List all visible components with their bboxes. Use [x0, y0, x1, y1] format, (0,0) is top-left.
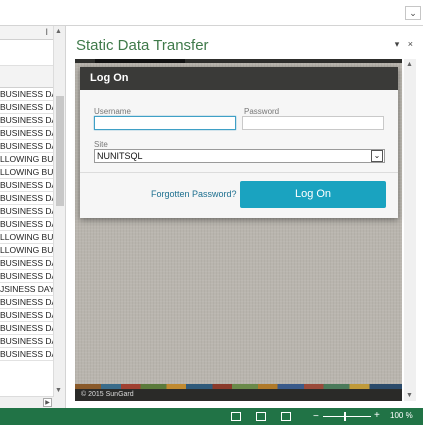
scroll-down-icon[interactable]: ▼: [406, 392, 413, 399]
sheet-cell[interactable]: LLOWING BUSIN: [0, 244, 54, 257]
pane-vertical-scrollbar[interactable]: ▲ ▼: [404, 59, 416, 401]
scroll-up-icon[interactable]: ▲: [406, 61, 413, 68]
dialog-header: Log On: [80, 67, 398, 90]
pane-title: Static Data Transfer: [76, 37, 209, 54]
logon-button[interactable]: Log On: [240, 181, 386, 208]
site-select[interactable]: NUNITSQL ⌄: [94, 149, 385, 163]
pane-options-icon[interactable]: ▾: [395, 39, 400, 49]
sheet-cell[interactable]: BUSINESS DAY: [0, 270, 54, 283]
scroll-down-icon[interactable]: ▼: [55, 387, 62, 394]
sheet-cell[interactable]: BUSINESS DAY: [0, 114, 54, 127]
addin-content: Log On Username Password Site NUNITSQL ⌄…: [75, 59, 416, 401]
sheet-cell[interactable]: BUSINESS DAY: [0, 218, 54, 231]
username-label: Username: [94, 107, 131, 116]
copyright-footer: © 2015 SunGard: [75, 389, 402, 401]
sheet-cell[interactable]: BUSINESS DAY: [0, 322, 54, 335]
scroll-thumb[interactable]: [56, 96, 64, 206]
status-bar: − + 100 %: [0, 408, 423, 425]
sheet-horizontal-scrollbar[interactable]: ▶: [0, 396, 54, 408]
password-label: Password: [244, 107, 280, 116]
sheet-cell[interactable]: LLOWING BUSIN: [0, 231, 54, 244]
pane-controls: ▾ ×: [389, 39, 413, 50]
sheet-cell[interactable]: [0, 66, 54, 88]
sheet-cell[interactable]: BUSINESS DAY: [0, 192, 54, 205]
page-break-icon[interactable]: [281, 412, 291, 421]
password-field[interactable]: [242, 116, 384, 130]
sheet-cell[interactable]: BUSINESS DAY: [0, 127, 54, 140]
sheet-cell[interactable]: LLOWING BUSIN: [0, 166, 54, 179]
zoom-slider[interactable]: [323, 416, 371, 417]
formula-bar: ⌄: [0, 0, 423, 26]
dialog-divider: [80, 172, 398, 173]
zoom-out-icon[interactable]: −: [313, 411, 319, 422]
sheet-cell[interactable]: BUSINESS DAY: [0, 257, 54, 270]
sheet-cell[interactable]: [0, 40, 54, 66]
sheet-cell[interactable]: JSINESS DAY: [0, 283, 54, 296]
close-icon[interactable]: ×: [408, 39, 413, 49]
sheet-cell[interactable]: BUSINESS DAY: [0, 296, 54, 309]
app-top-bar: [75, 59, 402, 63]
sheet-vertical-scrollbar[interactable]: ▲ ▼: [53, 26, 65, 408]
zoom-in-icon[interactable]: +: [374, 410, 380, 421]
chevron-down-icon[interactable]: ⌄: [371, 150, 383, 162]
expand-formula-bar-button[interactable]: ⌄: [405, 6, 421, 20]
sheet-cell[interactable]: BUSINESS DAY: [0, 101, 54, 114]
logon-dialog: Log On Username Password Site NUNITSQL ⌄…: [80, 67, 398, 218]
sheet-cell[interactable]: BUSINESS DAY: [0, 140, 54, 153]
zoom-slider-knob[interactable]: [344, 412, 346, 421]
sheet-cell[interactable]: BUSINESS DAY: [0, 309, 54, 322]
page-layout-icon[interactable]: [256, 412, 266, 421]
app-top-block: [95, 59, 185, 63]
zoom-level[interactable]: 100 %: [390, 411, 413, 420]
forgot-password-link[interactable]: Forgotten Password?: [151, 189, 237, 199]
cell-list: BUSINESS DAYBUSINESS DAYBUSINESS DAYBUSI…: [0, 88, 54, 361]
column-header[interactable]: I: [0, 26, 54, 40]
username-field[interactable]: [94, 116, 236, 130]
normal-view-icon[interactable]: [231, 412, 241, 421]
sheet-cell[interactable]: LLOWING BUSIN: [0, 153, 54, 166]
spreadsheet-area: I BUSINESS DAYBUSINESS DAYBUSINESS DAYBU…: [0, 26, 66, 408]
task-pane: Static Data Transfer ▾ × Log On Username…: [67, 26, 423, 408]
scroll-right-icon[interactable]: ▶: [43, 398, 52, 407]
sheet-cell[interactable]: BUSINESS DAY: [0, 348, 54, 361]
sheet-cell[interactable]: BUSINESS DAY: [0, 335, 54, 348]
excel-window: ⌄ I BUSINESS DAYBUSINESS DAYBUSINESS DAY…: [0, 0, 423, 425]
sheet-cell[interactable]: BUSINESS DAY: [0, 88, 54, 101]
scroll-up-icon[interactable]: ▲: [55, 28, 62, 35]
site-label: Site: [94, 140, 108, 149]
site-value: NUNITSQL: [97, 151, 143, 161]
sheet-cell[interactable]: BUSINESS DAY: [0, 205, 54, 218]
sheet-cell[interactable]: BUSINESS DAY: [0, 179, 54, 192]
